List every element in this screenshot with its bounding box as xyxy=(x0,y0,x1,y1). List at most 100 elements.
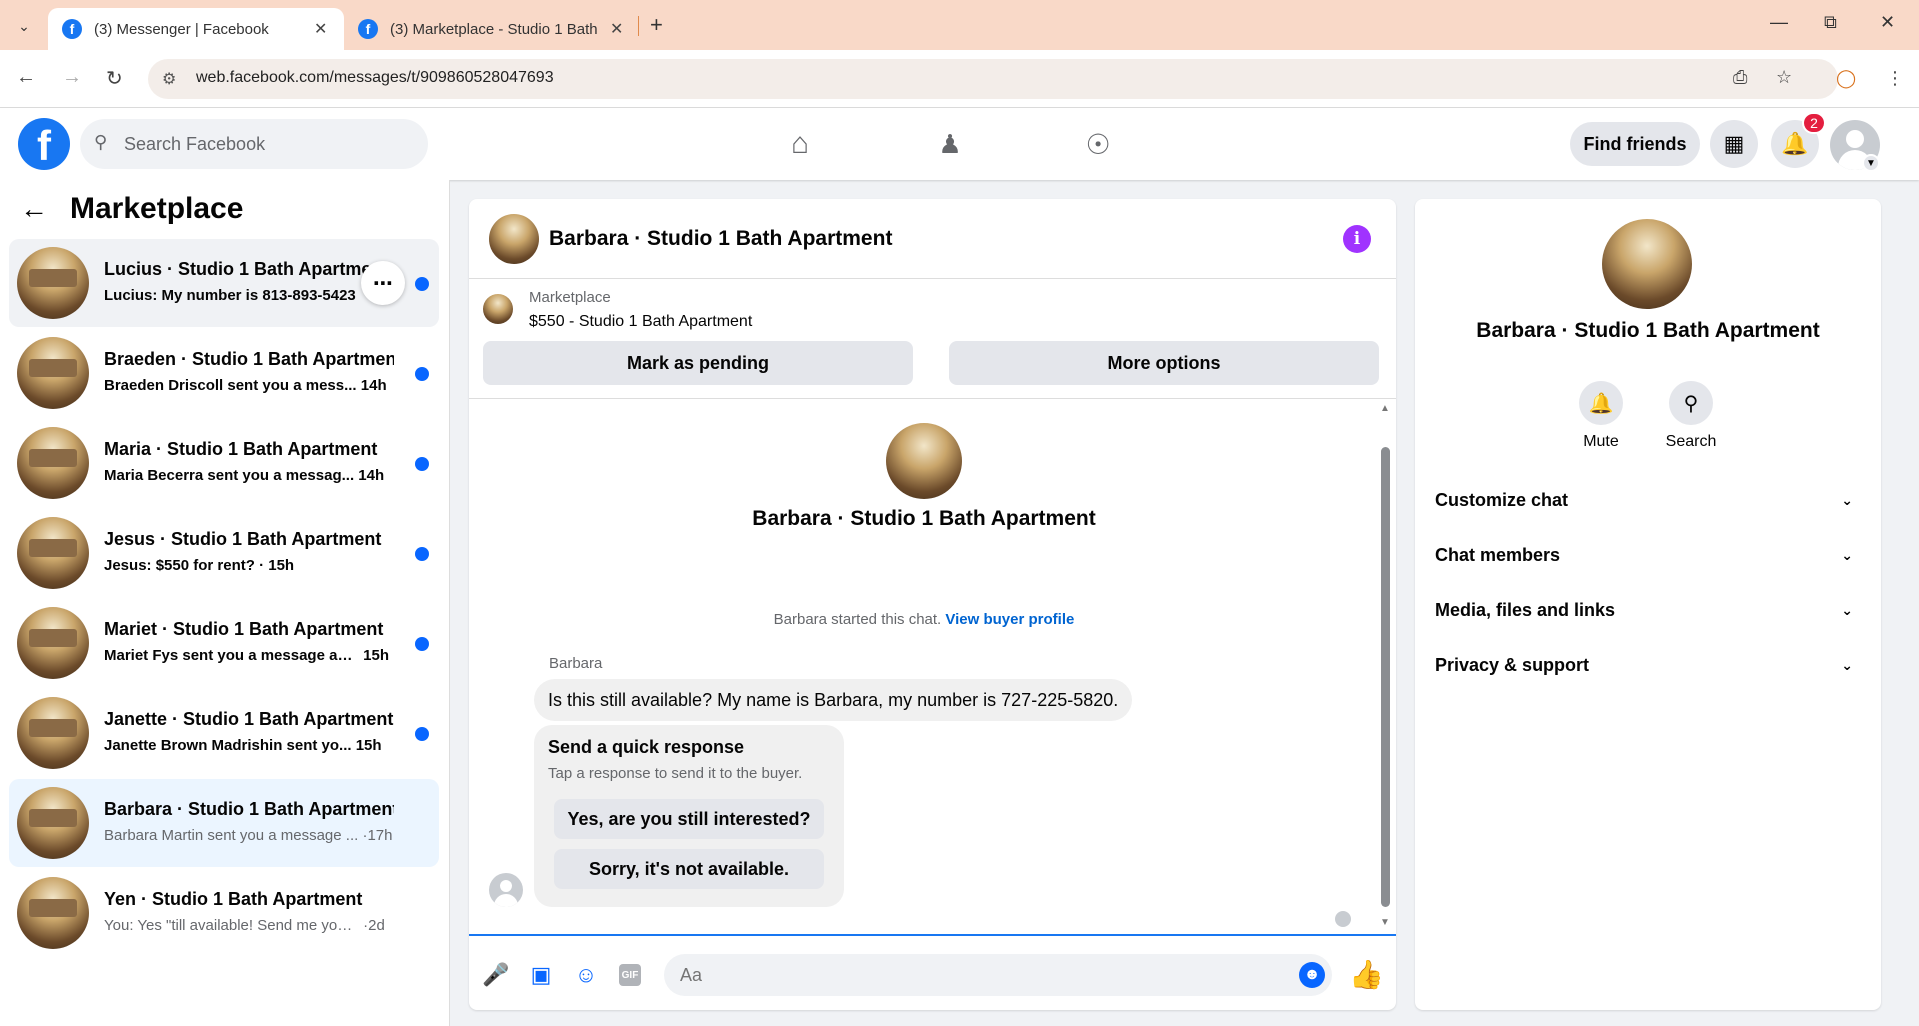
home-icon[interactable]: ⌂ xyxy=(778,124,822,164)
back-arrow-icon[interactable]: ← xyxy=(20,193,48,225)
browser-tab-bar: ⌄ f (3) Messenger | Facebook ✕ f (3) Mar… xyxy=(0,0,1919,50)
scrollbar-thumb[interactable] xyxy=(1381,447,1390,907)
mute-label: Mute xyxy=(1583,433,1619,450)
browser-tab-messenger[interactable]: f (3) Messenger | Facebook ✕ xyxy=(48,8,344,50)
mute-button[interactable]: 🔔 Mute xyxy=(1561,381,1641,451)
info-icon[interactable]: i xyxy=(1343,225,1371,253)
window-close-icon[interactable]: ✕ xyxy=(1880,12,1895,33)
privacy-support-section[interactable]: Privacy & support ⌄ xyxy=(1435,645,1865,685)
quick-response-yes-button[interactable]: Yes, are you still interested? xyxy=(554,799,824,839)
forward-icon[interactable]: → xyxy=(62,66,82,89)
chevron-down-icon: ⌄ xyxy=(1841,546,1853,563)
unread-dot xyxy=(415,727,429,741)
restore-icon[interactable]: ⧉ xyxy=(1824,12,1837,33)
customize-chat-section[interactable]: Customize chat ⌄ xyxy=(1435,480,1865,520)
conversation-name: Braeden · Studio 1 Bath Apartment xyxy=(104,349,394,369)
section-label: Chat members xyxy=(1435,544,1561,565)
listing-title[interactable]: $550 - Studio 1 Bath Apartment xyxy=(529,313,752,331)
conversation-preview: You: Yes "till available! Send me your .… xyxy=(104,917,385,934)
more-options-icon[interactable]: ⋯ xyxy=(361,261,405,305)
scroll-down-arrow-icon[interactable]: ▼ xyxy=(1380,917,1390,928)
conversation-item[interactable]: Mariet · Studio 1 Bath Apartment Mariet … xyxy=(9,599,439,687)
reload-icon[interactable]: ↻ xyxy=(106,66,123,91)
message-scrollbar[interactable]: ▲ ▼ xyxy=(1378,399,1392,934)
listing-thumbnail xyxy=(17,337,89,409)
browser-menu-icon[interactable]: ⋮ xyxy=(1886,68,1904,89)
browser-tab-marketplace[interactable]: f (3) Marketplace - Studio 1 Bath ✕ xyxy=(344,8,640,50)
conversation-item[interactable]: Lucius · Studio 1 Bath Apartment Lucius:… xyxy=(9,239,439,327)
tab-title: (3) Marketplace - Studio 1 Bath xyxy=(390,20,598,38)
photo-icon[interactable]: ▣ xyxy=(528,962,554,988)
conversation-item[interactable]: Jesus · Studio 1 Bath Apartment Jesus: $… xyxy=(9,509,439,597)
chevron-down-icon: ⌄ xyxy=(1841,491,1853,508)
facebook-logo-icon[interactable]: f xyxy=(18,118,70,170)
conversation-name: Janette · Studio 1 Bath Apartment xyxy=(104,709,394,729)
new-tab-plus-icon[interactable]: + xyxy=(650,12,663,38)
microphone-icon[interactable]: 🎤 xyxy=(482,962,509,988)
conversation-item[interactable]: Yen · Studio 1 Bath Apartment You: Yes "… xyxy=(9,869,439,957)
search-icon: ⚲ xyxy=(94,132,108,152)
media-files-links-section[interactable]: Media, files and links ⌄ xyxy=(1435,590,1865,630)
listing-thumbnail xyxy=(17,877,89,949)
message-input[interactable] xyxy=(664,954,1332,996)
conversation-name: Mariet · Studio 1 Bath Apartment xyxy=(104,619,384,639)
marketplace-label: Marketplace xyxy=(529,289,611,306)
conversation-item[interactable]: Janette · Studio 1 Bath Apartment Janett… xyxy=(9,689,439,777)
menu-grid-icon[interactable]: ▦ xyxy=(1710,120,1758,168)
close-icon[interactable]: ✕ xyxy=(610,19,623,39)
friends-icon[interactable]: ♟ xyxy=(928,124,972,164)
thumbs-up-icon[interactable]: 👍 xyxy=(1349,958,1384,991)
quick-response-sorry-button[interactable]: Sorry, it's not available. xyxy=(554,849,824,889)
chat-header: Barbara · Studio 1 Bath Apartment i xyxy=(469,199,1396,279)
info-avatar xyxy=(1602,219,1692,309)
conversation-name: Jesus · Studio 1 Bath Apartment xyxy=(104,529,382,549)
avatar-body xyxy=(494,894,518,907)
emoji-icon[interactable]: ☻ xyxy=(1299,962,1325,988)
profile-icon[interactable]: ◯ xyxy=(1836,68,1856,89)
unread-dot xyxy=(415,277,429,291)
conversation-item[interactable]: Braeden · Studio 1 Bath Apartment Braede… xyxy=(9,329,439,417)
mark-as-pending-button[interactable]: Mark as pending xyxy=(483,341,913,385)
message-thread: Barbara · Studio 1 Bath Apartment Barbar… xyxy=(469,399,1396,934)
conversation-preview: Maria Becerra sent you a messag... 14h xyxy=(104,467,385,484)
sidebar-title: Marketplace xyxy=(70,192,244,225)
close-icon[interactable]: ✕ xyxy=(314,19,327,39)
find-friends-button[interactable]: Find friends xyxy=(1570,122,1700,166)
quick-response-title: Send a quick response xyxy=(548,737,745,757)
gif-icon[interactable]: GIF xyxy=(619,964,641,986)
search-input[interactable]: ⚲ Search Facebook xyxy=(80,119,428,169)
chat-title[interactable]: Barbara · Studio 1 Bath Apartment xyxy=(549,227,892,251)
more-options-button[interactable]: More options xyxy=(949,341,1379,385)
install-app-icon[interactable]: ⎙ xyxy=(1733,67,1747,88)
facebook-favicon-icon: f xyxy=(62,19,82,39)
conversation-preview: Jesus: $550 for rent? · 15h xyxy=(104,557,295,574)
scroll-up-arrow-icon[interactable]: ▲ xyxy=(1380,403,1390,414)
url-field[interactable]: ⚙ web.facebook.com/messages/t/9098605280… xyxy=(148,59,1838,99)
bookmark-star-icon[interactable]: ☆ xyxy=(1776,67,1792,88)
thread-title: Barbara · Studio 1 Bath Apartment xyxy=(752,507,1096,530)
conversation-item-selected[interactable]: Barbara · Studio 1 Bath Apartment Barbar… xyxy=(9,779,439,867)
conversation-preview: Mariet Fys sent you a message ab... 15h xyxy=(104,647,390,664)
view-buyer-profile-link[interactable]: View buyer profile xyxy=(945,611,1074,628)
section-label: Privacy & support xyxy=(1435,654,1590,675)
unread-dot xyxy=(415,367,429,381)
unread-dot xyxy=(415,457,429,471)
info-name: Barbara · Studio 1 Bath Apartment xyxy=(1476,319,1820,342)
groups-icon[interactable]: ☉ xyxy=(1076,124,1120,164)
chat-members-section[interactable]: Chat members ⌄ xyxy=(1435,535,1865,575)
conversation-item[interactable]: Maria · Studio 1 Bath Apartment Maria Be… xyxy=(9,419,439,507)
back-icon[interactable]: ← xyxy=(16,66,36,89)
sticker-icon[interactable]: ☺ xyxy=(573,962,599,988)
browser-address-bar: ← → ↻ ⚙ web.facebook.com/messages/t/9098… xyxy=(0,50,1919,108)
minimize-icon[interactable]: — xyxy=(1770,12,1788,33)
chat-avatar[interactable] xyxy=(489,214,539,264)
chevron-down-icon[interactable]: ▼ xyxy=(1862,154,1880,172)
tab-search-chevron-icon[interactable]: ⌄ xyxy=(10,12,38,40)
conversation-info-panel: Barbara · Studio 1 Bath Apartment 🔔 Mute… xyxy=(1415,199,1881,1010)
sender-name: Barbara xyxy=(549,655,603,672)
sidebar-header: ← Marketplace xyxy=(20,192,243,226)
quick-response-card: Send a quick response Tap a response to … xyxy=(534,725,844,907)
search-button[interactable]: ⚲ Search xyxy=(1651,381,1731,451)
site-settings-icon[interactable]: ⚙ xyxy=(162,69,176,89)
chat-panel: Barbara · Studio 1 Bath Apartment i Mark… xyxy=(469,199,1396,1010)
